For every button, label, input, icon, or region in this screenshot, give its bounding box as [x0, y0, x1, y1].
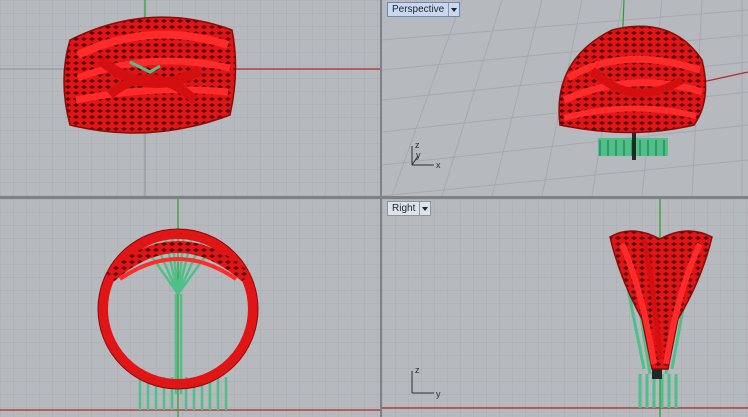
axis-z-label: z	[415, 140, 420, 150]
chevron-down-icon[interactable]	[448, 3, 459, 16]
viewport-right[interactable]: y z Right	[382, 199, 748, 417]
chevron-down-icon[interactable]	[419, 202, 430, 215]
viewport-perspective-title-text: Perspective	[392, 4, 445, 15]
axis-y-label-right: y	[436, 389, 441, 399]
viewport-right-canvas[interactable]: y z	[382, 199, 748, 417]
viewport-right-title[interactable]: Right	[387, 201, 432, 216]
viewport-right-title-text: Right	[392, 203, 416, 214]
viewport-perspective-title[interactable]: Perspective	[387, 2, 461, 17]
viewport-perspective-canvas[interactable]: x z y	[382, 0, 748, 196]
viewport-perspective[interactable]: x z y Perspective	[382, 0, 748, 196]
rhino-four-viewport-layout: x z y Perspective y z Right	[0, 0, 748, 417]
ring-top-view[interactable]	[63, 16, 237, 134]
axis-x-label: x	[436, 160, 441, 170]
viewport-front[interactable]	[0, 199, 380, 417]
axis-z-label-right: z	[415, 365, 420, 375]
viewport-front-canvas[interactable]	[0, 199, 380, 417]
viewport-top-canvas[interactable]	[0, 0, 380, 196]
axis-y-label: y	[416, 150, 421, 160]
viewport-top[interactable]	[0, 0, 380, 196]
